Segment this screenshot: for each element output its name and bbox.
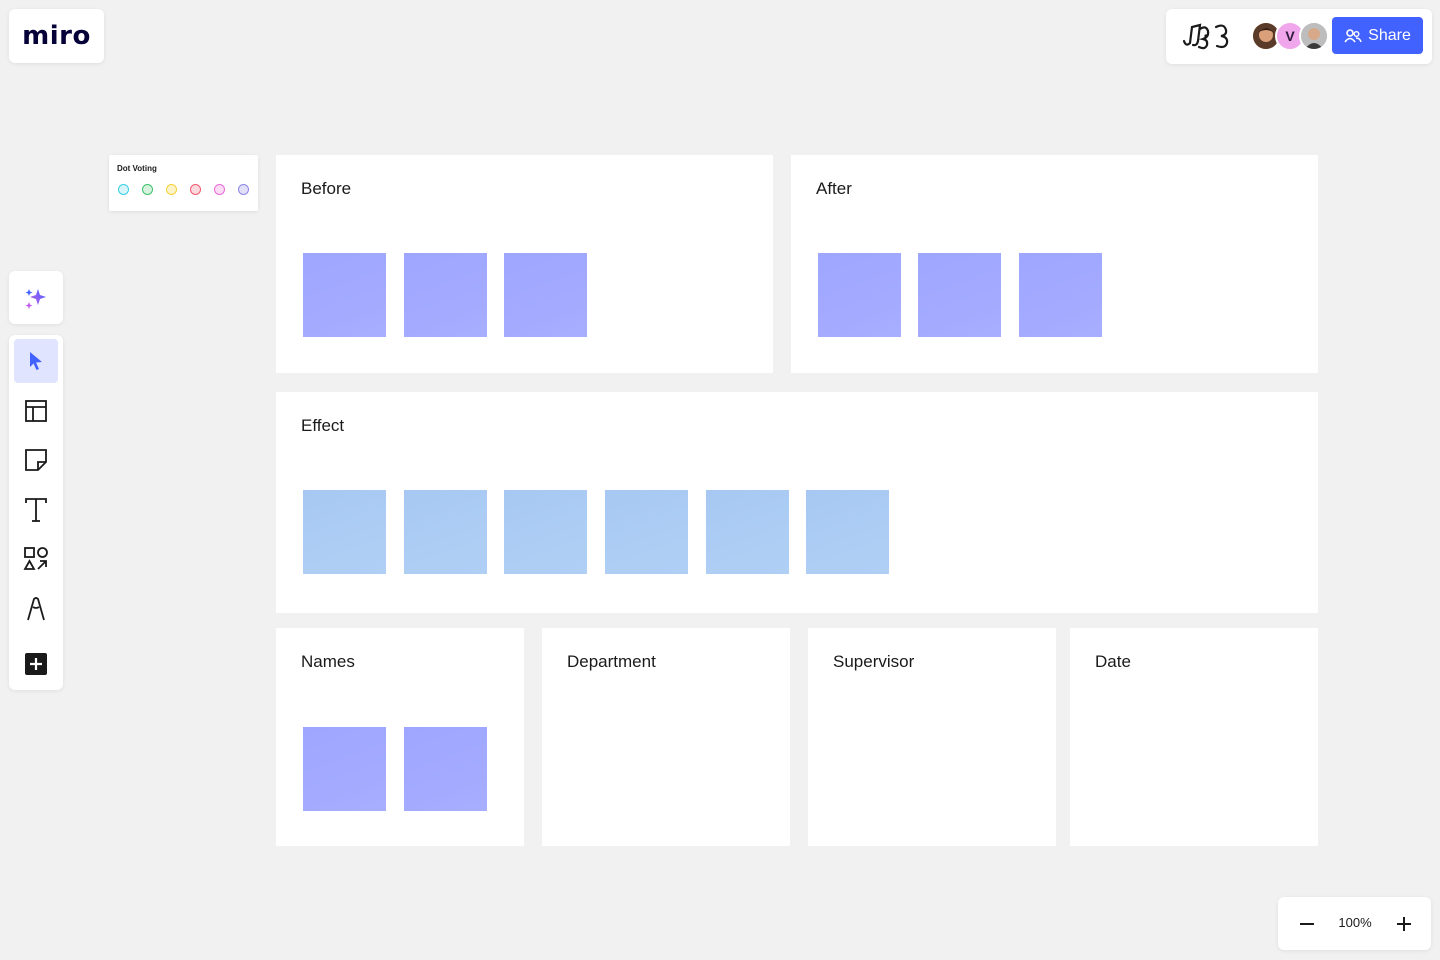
text-tool[interactable] — [14, 488, 58, 532]
zoom-out-button[interactable] — [1292, 909, 1322, 939]
board-header: V Share — [1166, 9, 1432, 64]
zoom-in-button[interactable] — [1389, 909, 1419, 939]
zoom-level[interactable]: 100% — [1330, 915, 1380, 930]
frame-title-after: After — [816, 179, 852, 198]
sticky-note[interactable] — [404, 727, 487, 811]
user-avatar-photo-2[interactable] — [1299, 21, 1329, 51]
frame-title-date: Date — [1095, 652, 1131, 671]
sticky-note-tool[interactable] — [14, 438, 58, 482]
sticky-note[interactable] — [303, 253, 386, 337]
sticky-note[interactable] — [404, 253, 487, 337]
vote-dot[interactable] — [166, 184, 177, 195]
shapes-icon — [23, 547, 48, 570]
sticky-note[interactable] — [706, 490, 789, 574]
frame-title-effect: Effect — [301, 416, 345, 435]
ai-assist-icon — [25, 288, 46, 309]
sticky-note[interactable] — [404, 490, 487, 574]
sticky-note[interactable] — [818, 253, 901, 337]
frame-title-before: Before — [301, 179, 352, 198]
pen-icon — [27, 597, 45, 621]
frame-date[interactable]: Date — [1070, 628, 1318, 846]
share-button[interactable]: Share — [1332, 17, 1423, 54]
frame-title-department: Department — [567, 652, 656, 671]
dot-voting-title: Dot Voting — [117, 164, 157, 173]
avatar-initial: V — [1285, 28, 1295, 44]
miro-logo[interactable]: miro — [9, 9, 104, 63]
frame-title-names: Names — [301, 652, 355, 671]
select-tool-icon — [30, 352, 42, 370]
sticky-note[interactable] — [303, 490, 386, 574]
dot-voting-widget[interactable]: Dot Voting — [109, 155, 258, 211]
text-tool-icon — [25, 498, 47, 522]
sticky-note[interactable] — [303, 727, 386, 811]
shapes-tool[interactable] — [14, 537, 58, 581]
frame-department[interactable]: Department — [542, 628, 790, 846]
sticky-note[interactable] — [1019, 253, 1102, 337]
minus-icon — [1300, 923, 1314, 925]
board-logo-icon[interactable] — [1180, 19, 1236, 51]
zoom-control: 100% — [1278, 897, 1431, 950]
vote-dot[interactable] — [214, 184, 225, 195]
sticky-note[interactable] — [605, 490, 688, 574]
frame-effect[interactable]: Effect — [276, 392, 1318, 613]
frame-before[interactable]: Before — [276, 155, 773, 373]
logo-text: miro — [22, 21, 91, 51]
more-apps-tool[interactable] — [14, 642, 58, 686]
plus-icon — [1397, 917, 1411, 931]
pen-tool[interactable] — [14, 587, 58, 631]
sticky-note[interactable] — [918, 253, 1001, 337]
more-apps-icon — [25, 653, 47, 675]
vote-dot[interactable] — [142, 184, 153, 195]
frame-names[interactable]: Names — [276, 628, 524, 846]
templates-icon — [25, 400, 47, 422]
frame-supervisor[interactable]: Supervisor — [808, 628, 1056, 846]
ai-assist-button[interactable] — [9, 271, 63, 324]
select-tool[interactable] — [14, 339, 58, 383]
frame-title-supervisor: Supervisor — [833, 652, 915, 671]
share-label: Share — [1368, 26, 1411, 44]
sticky-note-icon — [25, 449, 47, 471]
templates-tool[interactable] — [14, 389, 58, 433]
vote-dot[interactable] — [118, 184, 129, 195]
frame-after[interactable]: After — [791, 155, 1318, 373]
users-icon — [1344, 28, 1362, 42]
vote-dot[interactable] — [190, 184, 201, 195]
left-toolbar — [9, 335, 63, 690]
sticky-note[interactable] — [806, 490, 889, 574]
vote-dot[interactable] — [238, 184, 249, 195]
sticky-note[interactable] — [504, 490, 587, 574]
sticky-note[interactable] — [504, 253, 587, 337]
